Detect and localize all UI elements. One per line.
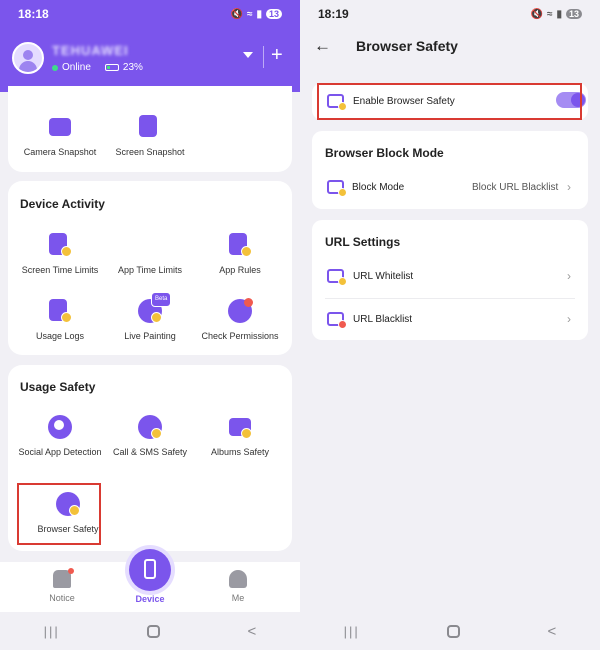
signal-icon: ▮	[256, 8, 262, 20]
online-dot-icon	[52, 64, 58, 71]
battery-level: 23%	[122, 62, 143, 73]
url-blacklist-label: URL Blacklist	[353, 314, 413, 325]
mute-icon: 🔇	[530, 8, 543, 20]
social-app-detection-tile[interactable]: Social App Detection	[13, 414, 107, 458]
battery-icon	[104, 64, 119, 71]
status-icons: 🔇 ≈ ▮ 13	[231, 9, 282, 20]
status-time: 18:18	[18, 7, 49, 21]
row-divider	[325, 298, 575, 299]
url-settings-title: URL Settings	[325, 235, 401, 249]
battery-indicator: 13	[265, 9, 282, 19]
social-app-detection-icon	[47, 414, 73, 440]
status-bar: 18:19 🔇 ≈ ▮ 13	[300, 0, 600, 28]
avatar[interactable]	[12, 42, 44, 74]
recent-apps-button[interactable]: |||	[44, 624, 60, 639]
live-painting-icon: Beta	[137, 292, 172, 324]
screen-snapshot-icon	[137, 114, 163, 140]
nav-me[interactable]: Me	[208, 570, 268, 603]
system-navigation-bar: ||| <	[0, 612, 300, 650]
system-navigation-bar: ||| <	[300, 612, 600, 650]
right-phone-screen: 18:19 🔇 ≈ ▮ 13 ← Browser Safety Enable B…	[300, 0, 600, 650]
back-arrow-icon[interactable]: ←	[314, 36, 331, 56]
usage-logs-icon	[47, 298, 73, 324]
app-rules-tile[interactable]: App Rules	[193, 232, 287, 276]
status-bar: 18:18 🔇 ≈ ▮ 13	[0, 0, 300, 28]
snapshot-card: Camera Snapshot Screen Snapshot	[8, 86, 292, 172]
screen-time-limits-icon	[47, 232, 73, 258]
wifi-icon: ≈	[246, 8, 253, 20]
left-phone-screen: 18:18 🔇 ≈ ▮ 13 TEHUAWEI Online 23% + Cam…	[0, 0, 300, 650]
home-button[interactable]	[147, 624, 161, 638]
home-button[interactable]	[447, 624, 461, 638]
beta-badge: Beta	[151, 292, 172, 307]
nav-notice[interactable]: Notice	[32, 568, 92, 603]
check-permissions-icon	[227, 298, 253, 324]
system-back-button[interactable]: <	[548, 623, 557, 640]
header-divider	[263, 46, 264, 68]
app-time-limits-tile[interactable]: App Time Limits	[103, 232, 197, 276]
call-sms-safety-icon	[137, 414, 163, 440]
call-sms-safety-tile[interactable]: Call & SMS Safety	[103, 414, 197, 458]
status-icons: 🔇 ≈ ▮ 13	[531, 9, 582, 20]
phone-icon	[144, 559, 156, 579]
url-blacklist-icon	[327, 312, 347, 329]
add-device-button[interactable]: +	[271, 44, 283, 67]
wifi-icon: ≈	[546, 8, 553, 20]
device-activity-title: Device Activity	[20, 197, 105, 211]
browser-block-mode-card: Browser Block Mode Block Mode Block URL …	[312, 131, 588, 209]
nav-device-button[interactable]	[129, 549, 171, 591]
camera-snapshot-icon	[47, 114, 73, 140]
block-mode-icon	[327, 180, 347, 197]
mute-icon: 🔇	[230, 8, 243, 20]
device-name: TEHUAWEI	[52, 43, 129, 58]
screen-time-limits-tile[interactable]: Screen Time Limits	[13, 232, 107, 276]
signal-icon: ▮	[556, 8, 562, 20]
device-status-row: Online 23%	[52, 62, 143, 73]
device-switch-chevron-icon[interactable]	[243, 52, 253, 58]
device-activity-card: Device Activity Screen Time Limits App T…	[8, 181, 292, 355]
url-whitelist-label: URL Whitelist	[353, 271, 414, 282]
url-whitelist-icon	[327, 269, 347, 286]
enable-toggle-highlight	[317, 83, 582, 120]
screen-snapshot-tile[interactable]: Screen Snapshot	[103, 114, 197, 158]
chevron-right-icon: ›	[567, 312, 571, 326]
device-header: 18:18 🔇 ≈ ▮ 13 TEHUAWEI Online 23% +	[0, 0, 300, 92]
usage-logs-tile[interactable]: Usage Logs	[13, 298, 107, 342]
chevron-right-icon: ›	[567, 180, 571, 194]
browser-block-mode-title: Browser Block Mode	[325, 146, 444, 160]
chevron-right-icon: ›	[567, 269, 571, 283]
page-title: Browser Safety	[356, 38, 458, 54]
block-mode-label: Block Mode	[352, 182, 405, 193]
system-back-button[interactable]: <	[248, 623, 257, 640]
check-permissions-tile[interactable]: Check Permissions	[193, 298, 287, 342]
live-painting-tile[interactable]: Beta Live Painting	[103, 292, 197, 342]
usage-safety-title: Usage Safety	[20, 380, 96, 394]
block-mode-value: Block URL Blacklist	[472, 182, 559, 193]
online-status: Online	[62, 62, 91, 73]
battery-indicator: 13	[565, 9, 582, 19]
recent-apps-button[interactable]: |||	[344, 624, 360, 639]
person-icon	[229, 570, 247, 588]
albums-safety-tile[interactable]: Albums Safety	[193, 414, 287, 458]
browser-safety-highlight	[17, 483, 101, 545]
camera-snapshot-tile[interactable]: Camera Snapshot	[13, 114, 107, 158]
bell-icon	[53, 568, 74, 588]
status-time: 18:19	[318, 7, 349, 21]
nav-device-label: Device	[135, 594, 165, 604]
app-time-limits-icon	[137, 232, 163, 258]
url-settings-card: URL Settings URL Whitelist › URL Blackli…	[312, 220, 588, 340]
app-rules-icon	[227, 232, 253, 258]
albums-safety-icon	[227, 414, 253, 440]
